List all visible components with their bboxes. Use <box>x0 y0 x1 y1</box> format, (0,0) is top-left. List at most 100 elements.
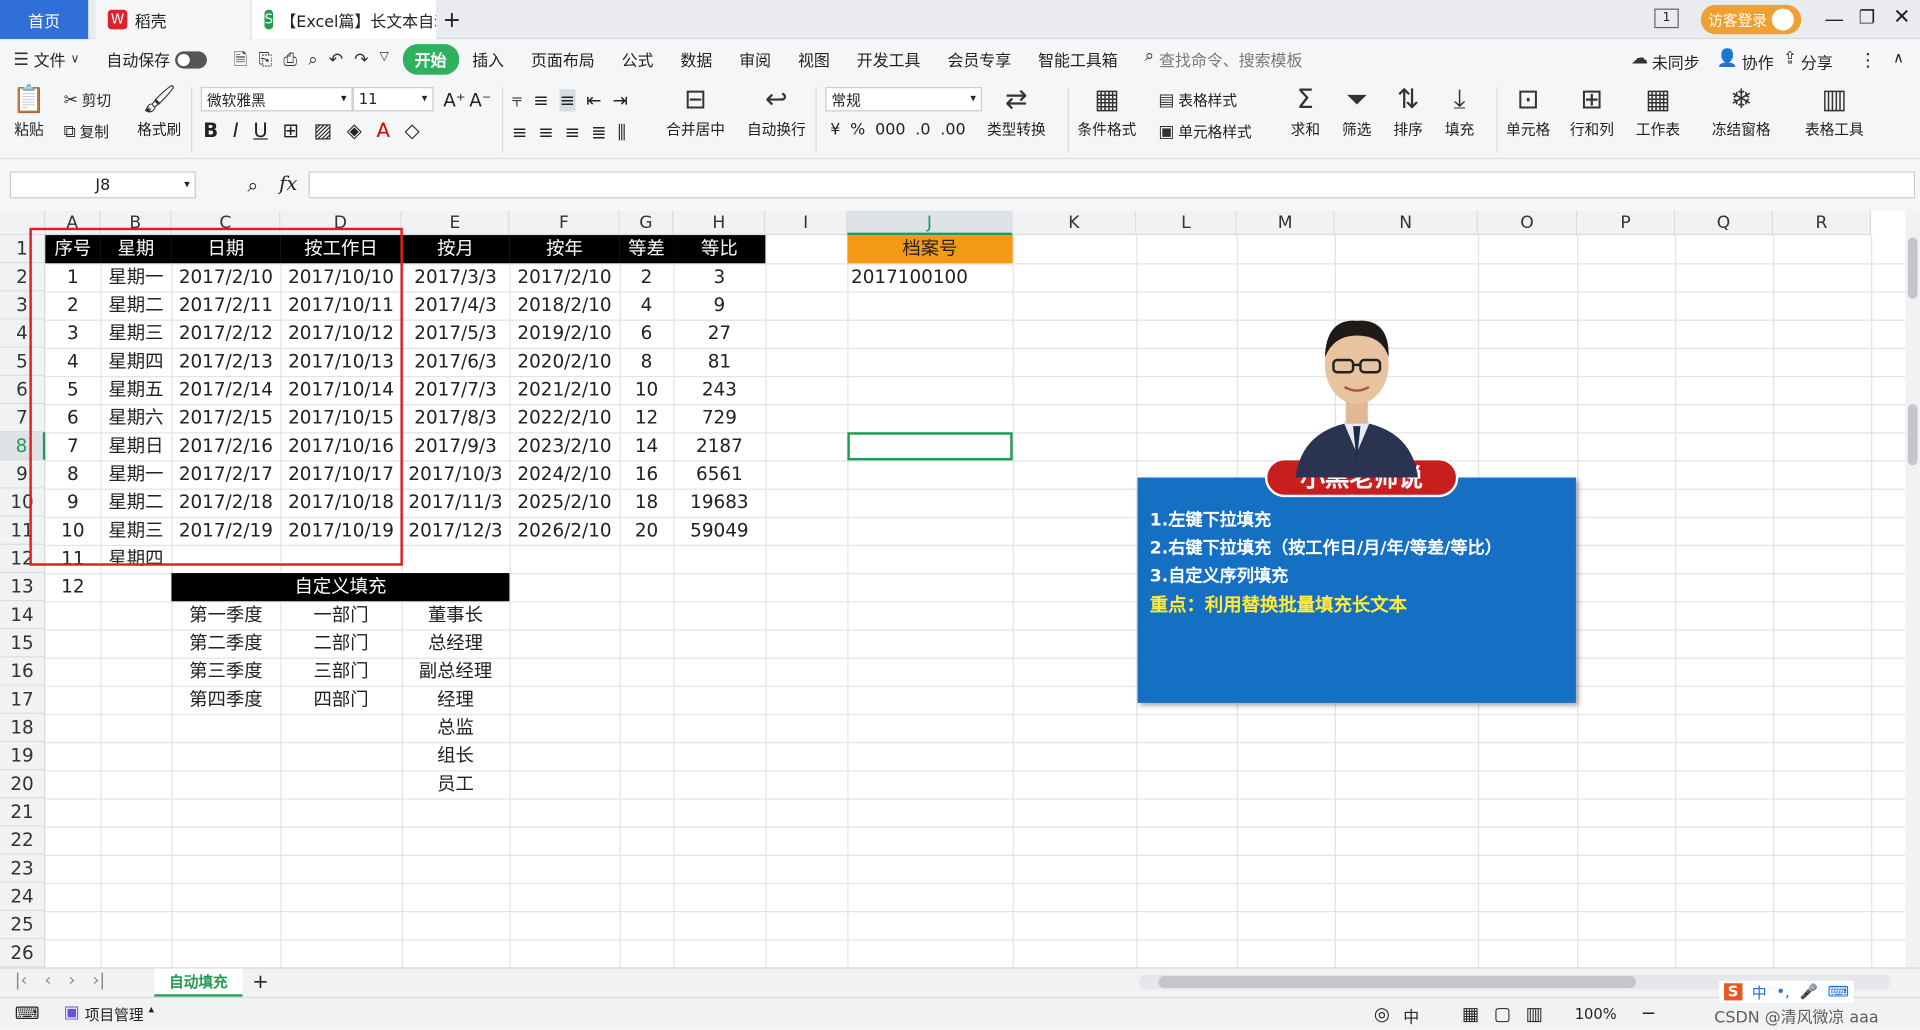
row-header[interactable]: 20 <box>0 770 46 799</box>
column-header[interactable]: R <box>1773 210 1872 236</box>
zoom-out-icon[interactable]: − <box>1641 1002 1656 1024</box>
row-header[interactable]: 25 <box>0 911 46 940</box>
custom-fill-cell[interactable]: 总经理 <box>402 629 510 657</box>
column-header[interactable]: J <box>847 210 1013 236</box>
custom-fill-cell[interactable]: 第三季度 <box>171 658 280 686</box>
number-format-select[interactable]: 常规 ▾ <box>825 86 983 112</box>
project-management-button[interactable]: ▣ 项目管理 ▴ <box>64 1004 154 1025</box>
first-sheet-icon[interactable]: |‹ <box>15 971 28 991</box>
zoom-level[interactable]: 100% <box>1575 1005 1617 1022</box>
table-cell[interactable]: 2 <box>620 263 674 291</box>
table-cell[interactable]: 2021/2/10 <box>509 376 619 404</box>
table-cell[interactable]: 12 <box>620 404 674 432</box>
custom-fill-cell[interactable]: 总监 <box>402 714 510 742</box>
column-header[interactable]: E <box>401 210 510 236</box>
share-button[interactable]: ⇪ 分享 <box>1783 50 1833 73</box>
v-scrollbar[interactable] <box>1905 210 1920 968</box>
export-icon[interactable]: ⎘ <box>259 51 273 68</box>
page-break-view-icon[interactable]: ▥ <box>1526 1003 1543 1025</box>
column-header[interactable]: P <box>1577 210 1676 236</box>
unsynced-button[interactable]: ☁ 未同步 <box>1631 50 1700 73</box>
tab-daoke[interactable]: W 稻壳 <box>95 0 250 40</box>
collapse-ribbon-icon[interactable]: ∧ <box>1893 49 1904 66</box>
table-cell[interactable]: 2023/2/10 <box>509 432 619 460</box>
table-cell[interactable]: 243 <box>673 376 765 404</box>
column-header[interactable]: G <box>619 210 674 236</box>
clear-format-icon[interactable]: ◇ <box>405 119 420 142</box>
next-sheet-icon[interactable]: › <box>68 971 75 991</box>
sogou-icon[interactable]: S <box>1724 983 1743 1001</box>
table-cell[interactable]: 2024/2/10 <box>509 460 619 488</box>
table-cell[interactable]: 10 <box>620 376 674 404</box>
distribute-icon[interactable]: ⫼ <box>618 121 626 143</box>
table-cell[interactable]: 2022/2/10 <box>509 404 619 432</box>
table-cell[interactable]: 729 <box>673 404 765 432</box>
menu-member[interactable]: 会员专享 <box>934 48 1025 71</box>
menu-insert[interactable]: 插入 <box>459 48 518 71</box>
table-cell[interactable]: 2019/2/10 <box>509 320 619 348</box>
print-icon[interactable]: ⎙ <box>283 51 297 68</box>
table-header-cell[interactable]: 等比 <box>673 235 766 264</box>
restore-icon[interactable]: ❐ <box>1859 6 1875 28</box>
align-center-icon[interactable]: ≡ <box>538 121 553 143</box>
eye-protection-icon[interactable]: ◎ <box>1374 1003 1390 1025</box>
italic-icon[interactable]: I <box>233 119 239 142</box>
font-size-select[interactable]: 11 ▾ <box>352 86 434 112</box>
merge-center-button[interactable]: ⊟ 合并居中 <box>666 86 725 140</box>
table-cell[interactable]: 2017/11/3 <box>402 489 510 517</box>
table-cell[interactable]: 2025/2/10 <box>509 489 619 517</box>
custom-fill-cell[interactable]: 一部门 <box>280 601 401 629</box>
table-cell[interactable]: 2017/5/3 <box>402 320 510 348</box>
table-cell[interactable]: 2017/10/3 <box>402 460 510 488</box>
visitor-login-button[interactable]: 访客登录 <box>1700 4 1802 35</box>
column-header[interactable]: N <box>1334 210 1478 236</box>
sort-button[interactable]: ⇅ 排序 <box>1393 86 1422 140</box>
table-cell[interactable]: 3 <box>673 263 765 291</box>
indent-increase-icon[interactable]: ⇥ <box>612 89 627 111</box>
file-menu[interactable]: ☰ 文件 ∨ <box>0 48 93 71</box>
page-layout-view-icon[interactable]: ▢ <box>1494 1003 1511 1025</box>
fill-pattern-icon[interactable]: ▨ <box>314 119 333 142</box>
table-cell[interactable]: 2017/7/3 <box>402 376 510 404</box>
tab-home[interactable]: 首页 <box>0 0 89 40</box>
redo-icon[interactable]: ↷ <box>354 51 368 68</box>
menu-start[interactable]: 开始 <box>402 44 459 75</box>
formula-input[interactable] <box>308 171 1916 199</box>
table-cell[interactable]: 6561 <box>673 460 765 488</box>
align-middle-icon[interactable]: ≡ <box>533 89 548 111</box>
ime-lang-icon[interactable]: 中 <box>1752 981 1767 1002</box>
table-cell[interactable]: 2020/2/10 <box>509 348 619 376</box>
table-tools-button[interactable]: ▥ 表格工具 <box>1805 86 1864 140</box>
table-cell[interactable]: 2017/4/3 <box>402 291 510 319</box>
custom-fill-cell[interactable]: 四部门 <box>280 686 401 714</box>
table-cell[interactable]: 16 <box>620 460 674 488</box>
row-header[interactable]: 19 <box>0 742 46 771</box>
name-box[interactable]: J8 ▾ <box>9 171 196 199</box>
sheet-tab-active[interactable]: 自动填充 <box>154 968 243 997</box>
custom-fill-cell[interactable]: 组长 <box>402 742 510 770</box>
copy-button[interactable]: ⧉ 复制 <box>64 121 109 142</box>
fill-button[interactable]: ⤓ 填充 <box>1445 86 1474 140</box>
menu-review[interactable]: 审阅 <box>726 48 785 71</box>
type-convert-button[interactable]: ⇄ 类型转换 <box>987 86 1046 140</box>
save-icon[interactable]: 🗎 <box>234 51 248 68</box>
table-header-cell[interactable]: 按年 <box>509 235 620 264</box>
menu-view[interactable]: 视图 <box>785 48 844 71</box>
column-header[interactable]: F <box>509 210 620 236</box>
column-header[interactable]: H <box>673 210 766 236</box>
worksheet-button[interactable]: ▦ 工作表 <box>1636 86 1680 140</box>
last-sheet-icon[interactable]: ›| <box>93 971 106 991</box>
custom-fill-cell[interactable]: 董事长 <box>402 601 510 629</box>
increase-decimal-icon[interactable]: .0 <box>915 121 930 139</box>
fx-icon[interactable]: fx <box>279 171 297 194</box>
archive-header-cell[interactable]: 档案号 <box>847 235 1013 264</box>
align-top-icon[interactable]: ⫧ <box>512 89 522 111</box>
screen-icon[interactable]: 1 <box>1654 8 1679 29</box>
thousands-icon[interactable]: 000 <box>875 121 905 139</box>
column-header[interactable]: O <box>1477 210 1578 236</box>
menu-data[interactable]: 数据 <box>667 48 726 71</box>
close-icon[interactable]: ✕ <box>1893 5 1910 29</box>
collab-button[interactable]: 👤 协作 <box>1717 50 1774 73</box>
ime-mic-icon[interactable]: 🎤 <box>1799 983 1817 1000</box>
macro-icon[interactable]: ⌨ <box>15 1004 40 1024</box>
